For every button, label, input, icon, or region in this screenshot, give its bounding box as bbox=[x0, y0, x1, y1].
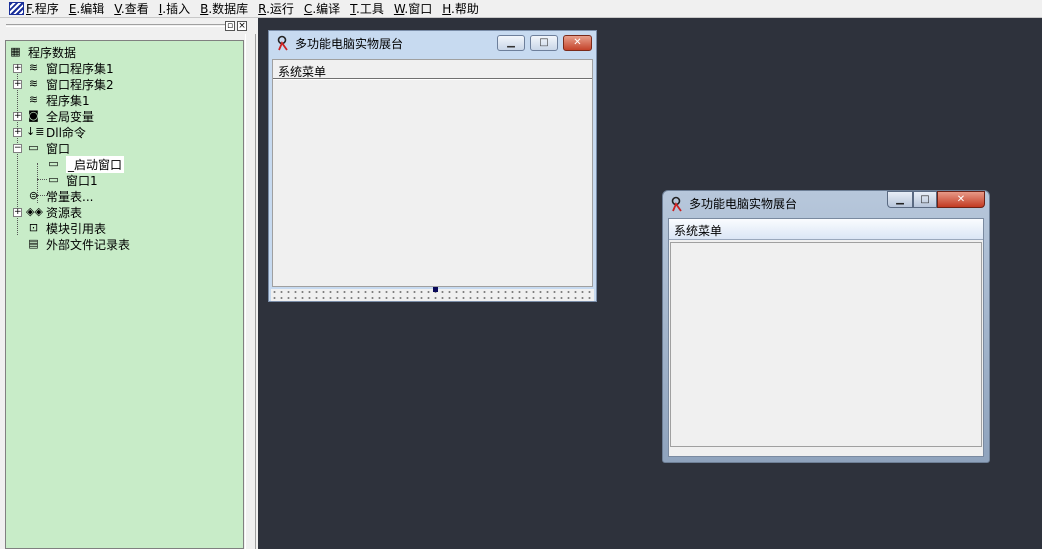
runtime-client: 系统菜单 bbox=[668, 218, 984, 457]
window-icon: ▭ bbox=[48, 173, 59, 186]
runtime-form-area[interactable] bbox=[670, 242, 982, 447]
project-pane: ▫ × ▦ 程序数据 + ≋ 窗口程序集1 + ≋ 窗口程序集2 ≋ 程序集1 … bbox=[0, 18, 256, 549]
runtime-menustrip[interactable]: 系统菜单 bbox=[669, 219, 983, 240]
tree-item-external-files[interactable]: ▤ 外部文件记录表 bbox=[13, 236, 130, 252]
expand-icon[interactable]: + bbox=[13, 79, 22, 89]
menubar: F.程序 E.编辑 V.查看 I.插入 B.数据库 R.运行 C.编译 T.工具… bbox=[0, 0, 1042, 18]
menu-program[interactable]: F.程序 bbox=[26, 1, 59, 17]
expand-icon[interactable]: + bbox=[13, 127, 22, 137]
window-app-icon bbox=[277, 35, 288, 51]
tree-root-label: 程序数据 bbox=[28, 45, 77, 60]
pane-titlebar[interactable]: ▫ × bbox=[0, 18, 256, 34]
pane-restore-icon[interactable]: ▫ bbox=[225, 21, 235, 31]
menu-compile[interactable]: C.编译 bbox=[304, 1, 340, 17]
window-app-icon bbox=[671, 196, 682, 212]
collapse-icon[interactable]: − bbox=[13, 143, 22, 153]
menu-items: F.程序 E.编辑 V.查看 I.插入 B.数据库 R.运行 C.编译 T.工具… bbox=[26, 1, 489, 17]
stack-icon: ≋ bbox=[28, 93, 39, 106]
menu-database[interactable]: B.数据库 bbox=[200, 1, 248, 17]
minimize-button[interactable]: ▁ bbox=[497, 35, 525, 51]
close-button[interactable]: ✕ bbox=[937, 191, 985, 208]
system-menu[interactable]: 系统菜单 bbox=[278, 63, 326, 80]
pane-grip bbox=[6, 24, 226, 25]
tree-item-modules[interactable]: ⊡ 模块引用表 bbox=[13, 220, 106, 236]
tree-item-window-1[interactable]: ▭ 窗口1 bbox=[46, 172, 98, 188]
stack-icon: ≋ bbox=[28, 77, 39, 90]
menu-edit[interactable]: E.编辑 bbox=[69, 1, 104, 17]
system-menu[interactable]: 系统菜单 bbox=[674, 222, 722, 239]
pane-splitter[interactable] bbox=[245, 34, 256, 549]
runtime-caption-buttons: ▁ □ ✕ bbox=[887, 191, 985, 209]
expand-icon[interactable]: + bbox=[13, 207, 22, 217]
runtime-window[interactable]: 多功能电脑实物展台 ▁ □ ✕ 系统菜单 bbox=[662, 190, 990, 463]
tree-item-label: _启动窗口 bbox=[66, 155, 125, 173]
resource-icon: ◈◈ bbox=[26, 205, 43, 218]
menu-view[interactable]: V.查看 bbox=[114, 1, 149, 17]
pane-close-icon[interactable]: × bbox=[237, 21, 247, 31]
window-icon: ▭ bbox=[28, 141, 39, 154]
minimize-button[interactable]: ▁ bbox=[887, 191, 913, 208]
designer-client: 系统菜单 bbox=[272, 59, 593, 287]
file-icon: ▤ bbox=[28, 237, 39, 250]
menu-insert[interactable]: I.插入 bbox=[159, 1, 190, 17]
tree-item-constants[interactable]: ⊜ 常量表... bbox=[13, 188, 94, 204]
tree-item-label: 模块引用表 bbox=[46, 221, 107, 236]
tree-item-label: 全局变量 bbox=[46, 109, 95, 124]
tree-item-label: 外部文件记录表 bbox=[46, 237, 131, 252]
variable-icon: ◙ bbox=[28, 109, 39, 122]
program-data-icon: ▦ bbox=[10, 45, 21, 58]
close-button[interactable]: ✕ bbox=[563, 35, 592, 51]
tree-item-global-vars[interactable]: + ◙ 全局变量 bbox=[13, 108, 94, 124]
tree-item-label: 窗口程序集2 bbox=[46, 77, 114, 92]
menu-window[interactable]: W.窗口 bbox=[394, 1, 432, 17]
menu-tools[interactable]: T.工具 bbox=[350, 1, 384, 17]
tree-item-program-set-1[interactable]: ≋ 程序集1 bbox=[13, 92, 90, 108]
resize-handle[interactable] bbox=[433, 287, 438, 292]
project-tree: ▦ 程序数据 + ≋ 窗口程序集1 + ≋ 窗口程序集2 ≋ 程序集1 + ◙ … bbox=[5, 40, 244, 549]
tree-item-label: 窗口程序集1 bbox=[46, 61, 114, 76]
tree-item-dll[interactable]: + ↓≣ Dll命令 bbox=[13, 124, 86, 140]
menu-run[interactable]: R.运行 bbox=[258, 1, 294, 17]
runtime-title: 多功能电脑实物展台 bbox=[689, 197, 798, 211]
tree-item-label: 窗口 bbox=[46, 141, 71, 156]
tree-item-window-set-2[interactable]: + ≋ 窗口程序集2 bbox=[13, 76, 114, 92]
tree-item-windows[interactable]: − ▭ 窗口 bbox=[13, 140, 70, 156]
tree-root[interactable]: ▦ 程序数据 bbox=[8, 44, 76, 60]
app-icon bbox=[9, 2, 24, 15]
menu-help[interactable]: H.帮助 bbox=[442, 1, 479, 17]
tree-item-label: 资源表 bbox=[46, 205, 83, 220]
expand-icon[interactable]: + bbox=[13, 111, 22, 121]
maximize-button[interactable]: □ bbox=[913, 191, 937, 208]
pane-grip-highlight bbox=[6, 26, 226, 27]
designer-menustrip[interactable]: 系统菜单 bbox=[273, 60, 592, 79]
constant-icon: ⊜ bbox=[28, 189, 39, 202]
tree-item-label: Dll命令 bbox=[46, 125, 86, 140]
designer-title: 多功能电脑实物展台 bbox=[295, 36, 404, 51]
tree-item-label: 窗口1 bbox=[66, 173, 98, 188]
tree-item-label: 程序集1 bbox=[46, 93, 90, 108]
window-icon: ▭ bbox=[48, 157, 59, 170]
designer-form-area[interactable] bbox=[273, 79, 592, 286]
expand-icon[interactable]: + bbox=[13, 63, 22, 73]
stack-icon: ≋ bbox=[28, 61, 39, 74]
tree-item-start-window[interactable]: ▭ _启动窗口 bbox=[46, 155, 125, 173]
tree-item-window-set-1[interactable]: + ≋ 窗口程序集1 bbox=[13, 60, 114, 76]
module-icon: ⊡ bbox=[28, 221, 39, 234]
designer-window[interactable]: 多功能电脑实物展台 ▁ □ ✕ 系统菜单 bbox=[268, 30, 597, 302]
tree-item-label: 常量表... bbox=[46, 189, 94, 204]
dll-icon: ↓≣ bbox=[26, 125, 45, 138]
maximize-button[interactable]: □ bbox=[530, 35, 558, 51]
tree-item-resources[interactable]: + ◈◈ 资源表 bbox=[13, 204, 82, 220]
